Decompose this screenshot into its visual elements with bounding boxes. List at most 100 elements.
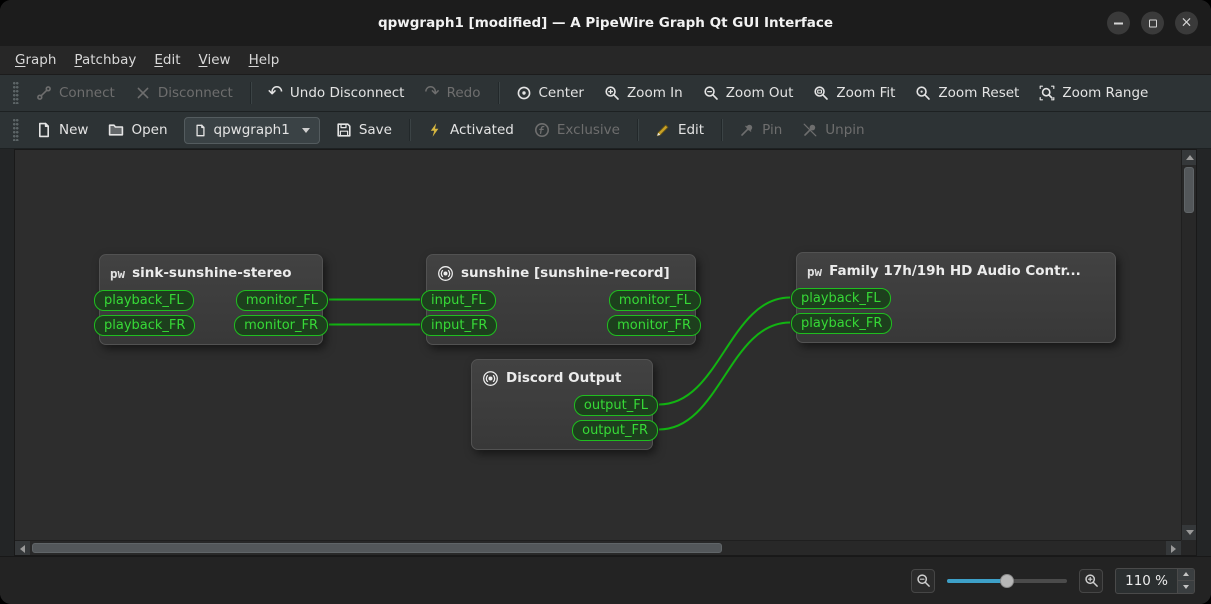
stream-icon xyxy=(483,370,498,386)
port-playback_FR[interactable]: playback_FR xyxy=(791,313,893,334)
edit-button[interactable]: Edit xyxy=(645,116,714,145)
save-button[interactable]: Save xyxy=(326,116,402,145)
node-family-hd-audio[interactable]: pw Family 17h/19h HD Audio Contr... play… xyxy=(791,252,1116,343)
minimize-button[interactable] xyxy=(1107,11,1130,35)
menubar: Graph Patchbay Edit View Help xyxy=(0,46,1211,75)
port-row: playback_FR monitor_FR xyxy=(94,315,328,336)
scroll-right-button[interactable] xyxy=(1166,541,1181,555)
app-window: qpwgraph1 [modified] — A PipeWire Graph … xyxy=(0,0,1211,604)
port-row: playback_FL xyxy=(791,288,1115,309)
toolbar-graph: Connect Disconnect ↶ Undo Disconnect ↷ R… xyxy=(0,75,1211,112)
port-row: input_FR monitor_FR xyxy=(421,315,701,336)
patchbay-combobox-value: qpwgraph1 xyxy=(213,122,290,138)
toolbar-handle[interactable] xyxy=(13,119,19,141)
open-button[interactable]: Open xyxy=(98,116,177,145)
zoom-out-icon xyxy=(916,574,930,587)
port-playback_FR[interactable]: playback_FR xyxy=(94,315,196,336)
zoom-slider-handle[interactable] xyxy=(1000,573,1015,588)
open-folder-icon xyxy=(109,124,124,136)
zoom-fit-icon xyxy=(814,86,829,100)
pipewire-icon: pw xyxy=(807,263,823,279)
titlebar[interactable]: qpwgraph1 [modified] — A PipeWire Graph … xyxy=(0,0,1211,46)
document-icon xyxy=(195,124,205,136)
port-row: output_FR xyxy=(472,420,658,441)
port-monitor_FL[interactable]: monitor_FL xyxy=(235,290,328,311)
toolbar-separator xyxy=(636,119,638,141)
save-icon xyxy=(337,123,351,137)
port-playback_FL[interactable]: playback_FL xyxy=(791,288,891,309)
port-input_FL[interactable]: input_FL xyxy=(421,290,496,311)
node-header: sunshine [sunshine-record] xyxy=(437,263,685,283)
menu-edit[interactable]: Edit xyxy=(145,48,189,72)
redo-icon: ↷ xyxy=(424,82,440,103)
arrow-up-icon xyxy=(1183,572,1189,577)
zoom-spinbox[interactable]: 110 % xyxy=(1115,567,1195,594)
statusbar-zoom-out-button[interactable] xyxy=(911,568,936,593)
patchbay-combobox[interactable]: qpwgraph1 xyxy=(183,116,320,144)
maximize-button[interactable] xyxy=(1141,11,1164,35)
undo-disconnect-button[interactable]: ↶ Undo Disconnect xyxy=(258,79,415,108)
port-output_FL[interactable]: output_FL xyxy=(573,395,658,416)
zoom-range-button[interactable]: Zoom Range xyxy=(1029,79,1158,108)
port-row: input_FL monitor_FL xyxy=(421,290,701,311)
scroll-left-button[interactable] xyxy=(15,541,30,555)
toolbar-separator xyxy=(497,82,499,104)
port-monitor_FR[interactable]: monitor_FR xyxy=(234,315,328,336)
menu-graph[interactable]: Graph xyxy=(6,48,65,72)
scrollbar-corner xyxy=(1181,540,1196,555)
toolbar-separator xyxy=(249,82,251,104)
zoom-slider[interactable] xyxy=(947,571,1068,591)
lightning-icon xyxy=(430,123,439,137)
activated-button[interactable]: Activated xyxy=(417,116,524,145)
window-title: qpwgraph1 [modified] — A PipeWire Graph … xyxy=(377,15,834,31)
center-button[interactable]: Center xyxy=(506,79,594,108)
toolbar-file-patchbay: New Open qpwgraph1 Save Activated Exclus… xyxy=(0,112,1211,149)
zoom-in-icon xyxy=(605,86,619,100)
main-area: pw sink-sunshine-stereo playback_FL moni… xyxy=(0,149,1211,556)
zoom-reset-button[interactable]: Zoom Reset xyxy=(905,79,1029,108)
graph-canvas[interactable]: pw sink-sunshine-stereo playback_FL moni… xyxy=(14,149,1197,556)
pin-button: Pin xyxy=(729,116,792,145)
redo-button: ↷ Redo xyxy=(424,82,481,103)
ports: input_FL monitor_FL input_FR monitor_FR xyxy=(421,290,701,336)
zoom-out-icon xyxy=(704,86,718,100)
maximize-icon xyxy=(1148,19,1157,27)
zoom-range-icon xyxy=(1039,85,1055,101)
toolbar-handle[interactable] xyxy=(13,82,19,104)
menu-patchbay[interactable]: Patchbay xyxy=(65,48,145,72)
port-output_FR[interactable]: output_FR xyxy=(572,420,658,441)
zoom-spinbox-buttons xyxy=(1177,568,1194,593)
close-button[interactable]: × xyxy=(1175,11,1198,35)
horizontal-scrollbar-thumb[interactable] xyxy=(32,543,722,553)
zoom-spinbox-value[interactable]: 110 % xyxy=(1116,569,1177,593)
exclusive-button: Exclusive xyxy=(524,116,630,145)
new-button[interactable]: New xyxy=(26,116,98,145)
zoom-slider-fill xyxy=(947,578,1008,583)
ports: output_FL output_FR xyxy=(472,395,658,441)
vertical-scrollbar-thumb[interactable] xyxy=(1184,167,1194,213)
new-document-icon xyxy=(39,122,49,138)
pipewire-icon: pw xyxy=(110,265,126,281)
menu-view[interactable]: View xyxy=(190,48,240,72)
zoom-in-icon xyxy=(1084,574,1098,587)
node-sink-sunshine-stereo[interactable]: pw sink-sunshine-stereo playback_FL moni… xyxy=(94,254,328,345)
vertical-scrollbar[interactable] xyxy=(1181,150,1196,540)
port-monitor_FL[interactable]: monitor_FL xyxy=(608,290,701,311)
horizontal-scrollbar[interactable] xyxy=(15,540,1181,555)
menu-help[interactable]: Help xyxy=(240,48,289,72)
zoom-spinbox-up-button[interactable] xyxy=(1178,568,1194,580)
statusbar-zoom-in-button[interactable] xyxy=(1079,568,1104,593)
zoom-in-button[interactable]: Zoom In xyxy=(594,79,693,108)
close-icon: × xyxy=(1180,14,1193,31)
zoom-spinbox-down-button[interactable] xyxy=(1178,580,1194,593)
scroll-down-button[interactable] xyxy=(1182,525,1196,540)
node-discord-output[interactable]: Discord Output output_FL output_FR xyxy=(471,359,658,450)
port-input_FR[interactable]: input_FR xyxy=(421,315,498,336)
scroll-up-button[interactable] xyxy=(1182,150,1196,165)
port-monitor_FR[interactable]: monitor_FR xyxy=(607,315,701,336)
zoom-fit-button[interactable]: Zoom Fit xyxy=(803,79,905,108)
zoom-out-button[interactable]: Zoom Out xyxy=(693,79,804,108)
node-sunshine-record[interactable]: sunshine [sunshine-record] input_FL moni… xyxy=(421,254,701,345)
pin-icon xyxy=(741,124,753,136)
port-playback_FL[interactable]: playback_FL xyxy=(94,290,194,311)
